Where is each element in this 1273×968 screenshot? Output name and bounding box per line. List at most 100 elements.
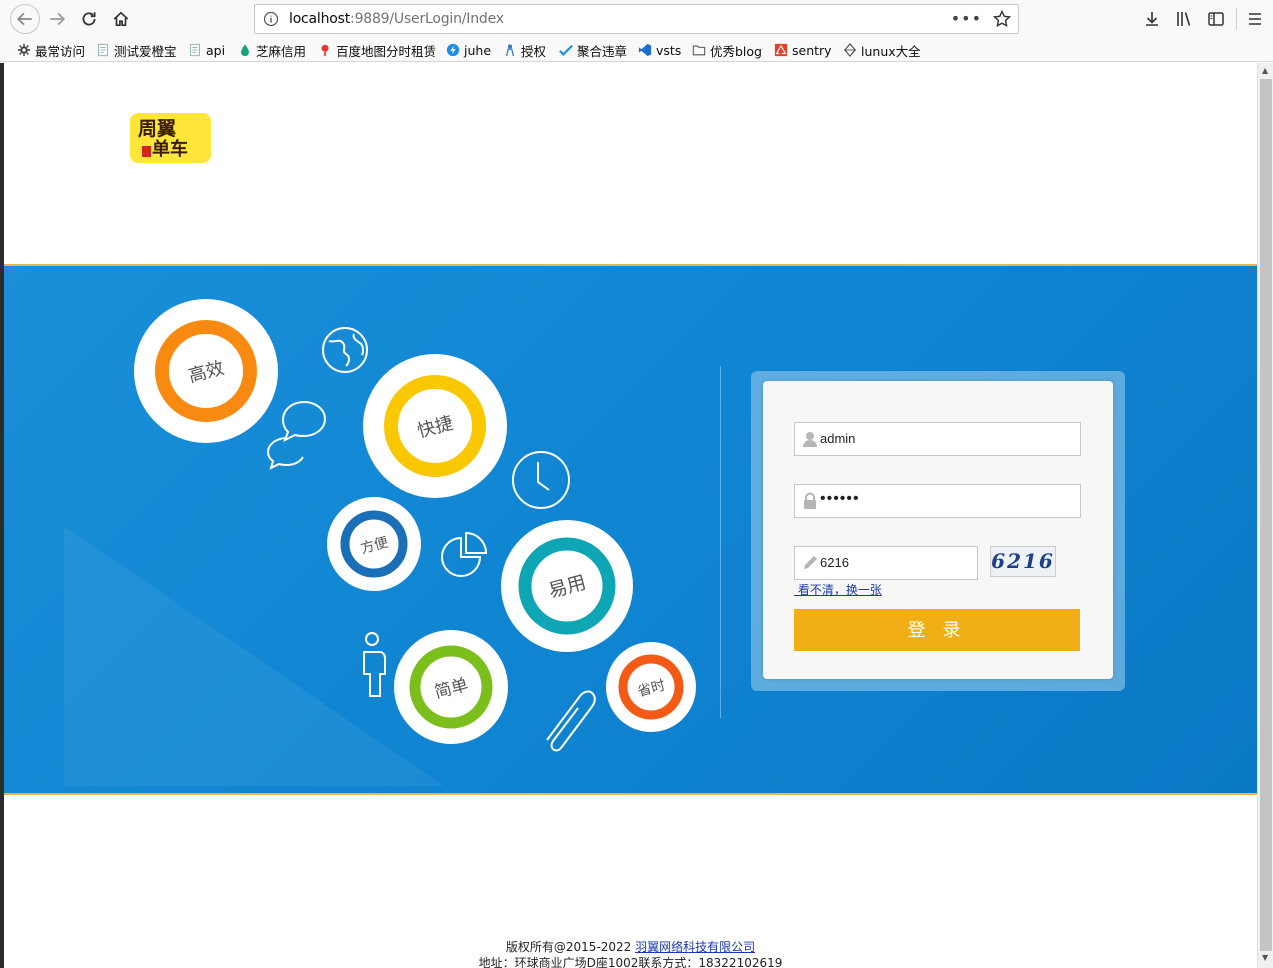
username-field[interactable]: admin xyxy=(794,422,1081,456)
banner-divider xyxy=(720,366,721,718)
paperclip-icon xyxy=(546,690,596,752)
bookmark-label: 授权 xyxy=(521,43,547,59)
bookmark-label: 百度地图分时租赁 xyxy=(336,43,437,59)
vs-icon xyxy=(638,43,652,57)
bookmark-label: juhe xyxy=(464,42,492,58)
toolbar-divider xyxy=(1236,8,1237,30)
info-icon[interactable] xyxy=(263,11,279,27)
bookmark-label: 测试爱橙宝 xyxy=(114,43,177,59)
lock-icon xyxy=(804,492,816,509)
drop-icon xyxy=(241,44,249,57)
footer-line1: 版权所有@2015-2022 羽翼网络科技有限公司 xyxy=(4,939,1257,955)
bolt-icon xyxy=(446,43,460,57)
bookmark-baidu-map[interactable]: 百度地图分时租赁 xyxy=(318,41,436,59)
bookmark-label: lunux大全 xyxy=(861,43,921,59)
bookmarks-toolbar: 最常访问 测试爱橙宝 api 芝麻信用 百度地图分时租赁 juhe 授权 聚合违… xyxy=(0,38,1273,62)
bookmark-folder-blog[interactable]: 优秀blog xyxy=(692,41,762,59)
sidebar-icon[interactable] xyxy=(1206,9,1226,29)
globe-icon xyxy=(322,327,368,373)
page-icon xyxy=(98,43,108,57)
bookmark-juhe-violation[interactable]: 聚合违章 xyxy=(559,41,627,59)
check-icon xyxy=(559,44,573,56)
bookmark-sentry[interactable]: sentry xyxy=(774,41,832,59)
bookmark-auth[interactable]: 授权 xyxy=(503,41,546,59)
login-banner: 高效 快捷 方便 易用 简单 省时 admin •••••• 6216 6216… xyxy=(4,264,1257,795)
page-icon xyxy=(190,43,200,57)
reload-icon xyxy=(82,12,96,26)
bookmark-most-visited[interactable]: 最常访问 xyxy=(17,41,85,59)
bookmark-linux[interactable]: lunux大全 xyxy=(843,41,921,59)
pin-icon xyxy=(321,44,329,57)
url-text[interactable]: localhost:9889/UserLogin/Index xyxy=(289,11,504,27)
url-host: localhost xyxy=(289,11,351,27)
login-panel: admin •••••• 6216 6216 看不清，换一张 登 录 xyxy=(751,371,1125,691)
browser-toolbar: localhost:9889/UserLogin/Index ••• xyxy=(0,0,1273,38)
login-form: admin •••••• 6216 6216 看不清，换一张 登 录 xyxy=(763,381,1113,679)
sentry-icon xyxy=(774,43,788,57)
footer-line2: 地址：环球商业广场D座1002联系方式：18322102619 xyxy=(478,956,783,968)
bubble-gaoxiao: 高效 xyxy=(134,299,278,443)
captcha-image[interactable]: 6216 xyxy=(990,546,1056,577)
chat-bubbles-icon xyxy=(266,400,327,470)
home-button[interactable] xyxy=(108,6,134,32)
bookmark-label: vsts xyxy=(656,42,682,58)
forward-arrow-icon xyxy=(50,12,66,26)
downloads-icon[interactable] xyxy=(1142,9,1162,29)
logo-text-line2: 单车 xyxy=(152,138,188,160)
username-value: admin xyxy=(820,431,856,446)
bookmark-label: 芝麻信用 xyxy=(256,43,307,59)
logo-graphic: 周翼 单车 xyxy=(138,118,188,160)
bookmark-label: api xyxy=(206,42,226,58)
home-icon xyxy=(113,11,129,27)
captcha-value: 6216 xyxy=(820,555,849,570)
site-logo[interactable]: 周翼 单车 xyxy=(130,113,211,163)
back-button[interactable] xyxy=(10,4,40,34)
person-icon xyxy=(505,44,515,57)
logo-text-line1: 周翼 xyxy=(138,118,176,140)
page-actions-button[interactable]: ••• xyxy=(951,9,982,28)
scrollbar-thumb[interactable] xyxy=(1260,79,1272,951)
vertical-scrollbar[interactable]: ▲ ▼ xyxy=(1257,63,1273,968)
bookmark-label: sentry xyxy=(792,42,832,58)
pencil-icon xyxy=(804,556,817,569)
library-icon[interactable] xyxy=(1174,9,1194,29)
bubble-jiandan: 简单 xyxy=(394,630,508,744)
scroll-down-arrow-icon[interactable]: ▼ xyxy=(1262,953,1268,962)
bubble-fangbian: 方便 xyxy=(327,497,421,591)
bookmark-test[interactable]: 测试爱橙宝 xyxy=(96,41,177,59)
password-value: •••••• xyxy=(820,490,860,507)
bubble-shengshi: 省时 xyxy=(606,642,696,732)
bookmark-vsts[interactable]: vsts xyxy=(638,41,681,59)
bookmark-api[interactable]: api xyxy=(188,41,225,59)
logo-seal xyxy=(142,146,151,157)
folder-icon xyxy=(692,45,706,56)
diamond-icon xyxy=(844,43,856,57)
password-field[interactable]: •••••• xyxy=(794,484,1081,518)
forward-button[interactable] xyxy=(44,6,70,32)
page-viewport: 周翼 单车 高效 快捷 方便 易用 简单 省时 admin •••••• 621… xyxy=(4,63,1257,968)
bookmark-juhe[interactable]: juhe xyxy=(446,41,491,59)
bubble-kuaijie: 快捷 xyxy=(363,354,507,498)
bubble-yiyong: 易用 xyxy=(501,520,633,652)
scroll-up-arrow-icon[interactable]: ▲ xyxy=(1262,66,1268,75)
reload-button[interactable] xyxy=(76,6,102,32)
bookmark-zhima[interactable]: 芝麻信用 xyxy=(238,41,306,59)
page-footer: 版权所有@2015-2022 羽翼网络科技有限公司 地址：环球商业广场D座100… xyxy=(4,939,1257,968)
company-link[interactable]: 羽翼网络科技有限公司 xyxy=(635,940,755,954)
captcha-field[interactable]: 6216 xyxy=(794,546,978,580)
address-bar[interactable]: localhost:9889/UserLogin/Index ••• xyxy=(254,4,1019,34)
back-arrow-icon xyxy=(16,12,32,26)
gear-icon xyxy=(17,43,31,57)
login-button[interactable]: 登 录 xyxy=(794,609,1080,651)
url-path: :9889/UserLogin/Index xyxy=(350,11,504,27)
bookmark-label: 聚合违章 xyxy=(577,43,628,59)
refresh-captcha-link[interactable]: 看不清，换一张 xyxy=(794,581,882,598)
bookmark-label: 优秀blog xyxy=(710,43,762,59)
pie-chart-icon xyxy=(441,531,488,577)
bookmark-star-icon[interactable] xyxy=(992,9,1012,29)
menu-icon[interactable] xyxy=(1245,9,1265,29)
person-outline-icon xyxy=(363,632,386,697)
user-icon xyxy=(803,432,817,447)
feature-bubbles: 高效 快捷 方便 易用 简单 省时 xyxy=(134,299,696,752)
clock-icon xyxy=(512,451,570,509)
